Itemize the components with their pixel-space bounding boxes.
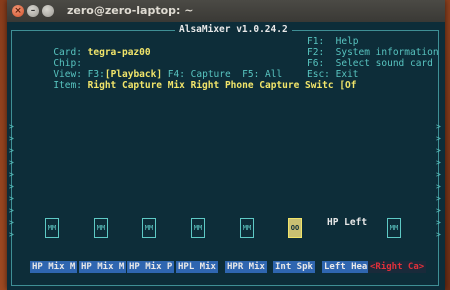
scroll-arrow-left: >: [9, 158, 14, 167]
control-tab[interactable]: HP Mix M: [30, 261, 78, 273]
card-value: tegra-paz00: [87, 47, 151, 58]
help-key: F2:: [307, 47, 325, 58]
mute-indicator[interactable]: MM: [94, 218, 108, 238]
item-line: Item: Right Capture Mix Right Phone Capt…: [19, 69, 357, 102]
scroll-arrow-left: >: [9, 134, 14, 143]
scroll-arrow-right: >: [436, 194, 441, 203]
mute-indicator[interactable]: MM: [142, 218, 156, 238]
terminal-window: × – zero@zero-laptop: ~ AlsaMixer v1.0.2…: [7, 0, 445, 290]
window-titlebar[interactable]: × – zero@zero-laptop: ~: [7, 0, 445, 23]
scroll-arrow-right: >: [436, 134, 441, 143]
app-title: AlsaMixer v1.0.24.2: [175, 24, 292, 35]
help-f1: F1: Help: [307, 36, 359, 47]
terminal-area[interactable]: AlsaMixer v1.0.24.2 Card: tegra-paz00 Ch…: [7, 22, 445, 290]
item-label: Item:: [53, 80, 82, 91]
minimize-icon[interactable]: –: [27, 5, 39, 17]
scroll-arrow-left: >: [9, 170, 14, 179]
scroll-arrow-right: >: [436, 230, 441, 239]
selected-control-name: HP Left: [327, 217, 368, 228]
control-tab[interactable]: HP Mix M: [79, 261, 127, 273]
scroll-arrow-right: >: [436, 146, 441, 155]
scroll-arrow-left: >: [9, 206, 14, 215]
help-key: F1:: [307, 36, 325, 47]
scroll-arrow-right: >: [436, 122, 441, 131]
control-tab-current[interactable]: <Right Ca>: [368, 261, 427, 273]
scroll-arrow-left: >: [9, 146, 14, 155]
control-tab[interactable]: HPL Mix: [176, 261, 218, 273]
scroll-arrow-right: >: [436, 218, 441, 227]
help-f2: F2: System information: [307, 47, 439, 58]
scroll-arrow-left: >: [9, 230, 14, 239]
help-text: System information: [335, 47, 439, 58]
maximize-icon[interactable]: [42, 5, 54, 17]
scroll-arrow-right: >: [436, 182, 441, 191]
item-value: Right Capture Mix Right Phone Capture Sw…: [87, 80, 357, 91]
mute-indicator[interactable]: MM: [387, 218, 401, 238]
mute-indicator[interactable]: MM: [191, 218, 205, 238]
close-icon[interactable]: ×: [12, 5, 24, 17]
window-title: zero@zero-laptop: ~: [67, 4, 194, 17]
help-text: Exit: [335, 69, 359, 80]
scroll-arrow-left: >: [9, 218, 14, 227]
control-tab[interactable]: Int Spk: [273, 261, 315, 273]
help-key: F6:: [307, 58, 325, 69]
scroll-arrow-left: >: [9, 194, 14, 203]
mute-indicator-selected[interactable]: OO: [288, 218, 302, 238]
mute-indicator[interactable]: MM: [45, 218, 59, 238]
help-text: Select sound card: [335, 58, 433, 69]
control-tab[interactable]: HP Mix P: [127, 261, 175, 273]
scroll-arrow-left: >: [9, 122, 14, 131]
help-key: Esc:: [307, 69, 330, 80]
mute-indicator[interactable]: MM: [240, 218, 254, 238]
scroll-arrow-left: >: [9, 182, 14, 191]
help-text: Help: [335, 36, 359, 47]
control-tab[interactable]: Left Hea: [322, 261, 370, 273]
scroll-arrow-right: >: [436, 158, 441, 167]
help-f6: F6: Select sound card: [307, 58, 433, 69]
control-tab[interactable]: HPR Mix: [225, 261, 267, 273]
scroll-arrow-right: >: [436, 206, 441, 215]
help-esc: Esc: Exit: [307, 69, 359, 80]
scroll-arrow-right: >: [436, 170, 441, 179]
